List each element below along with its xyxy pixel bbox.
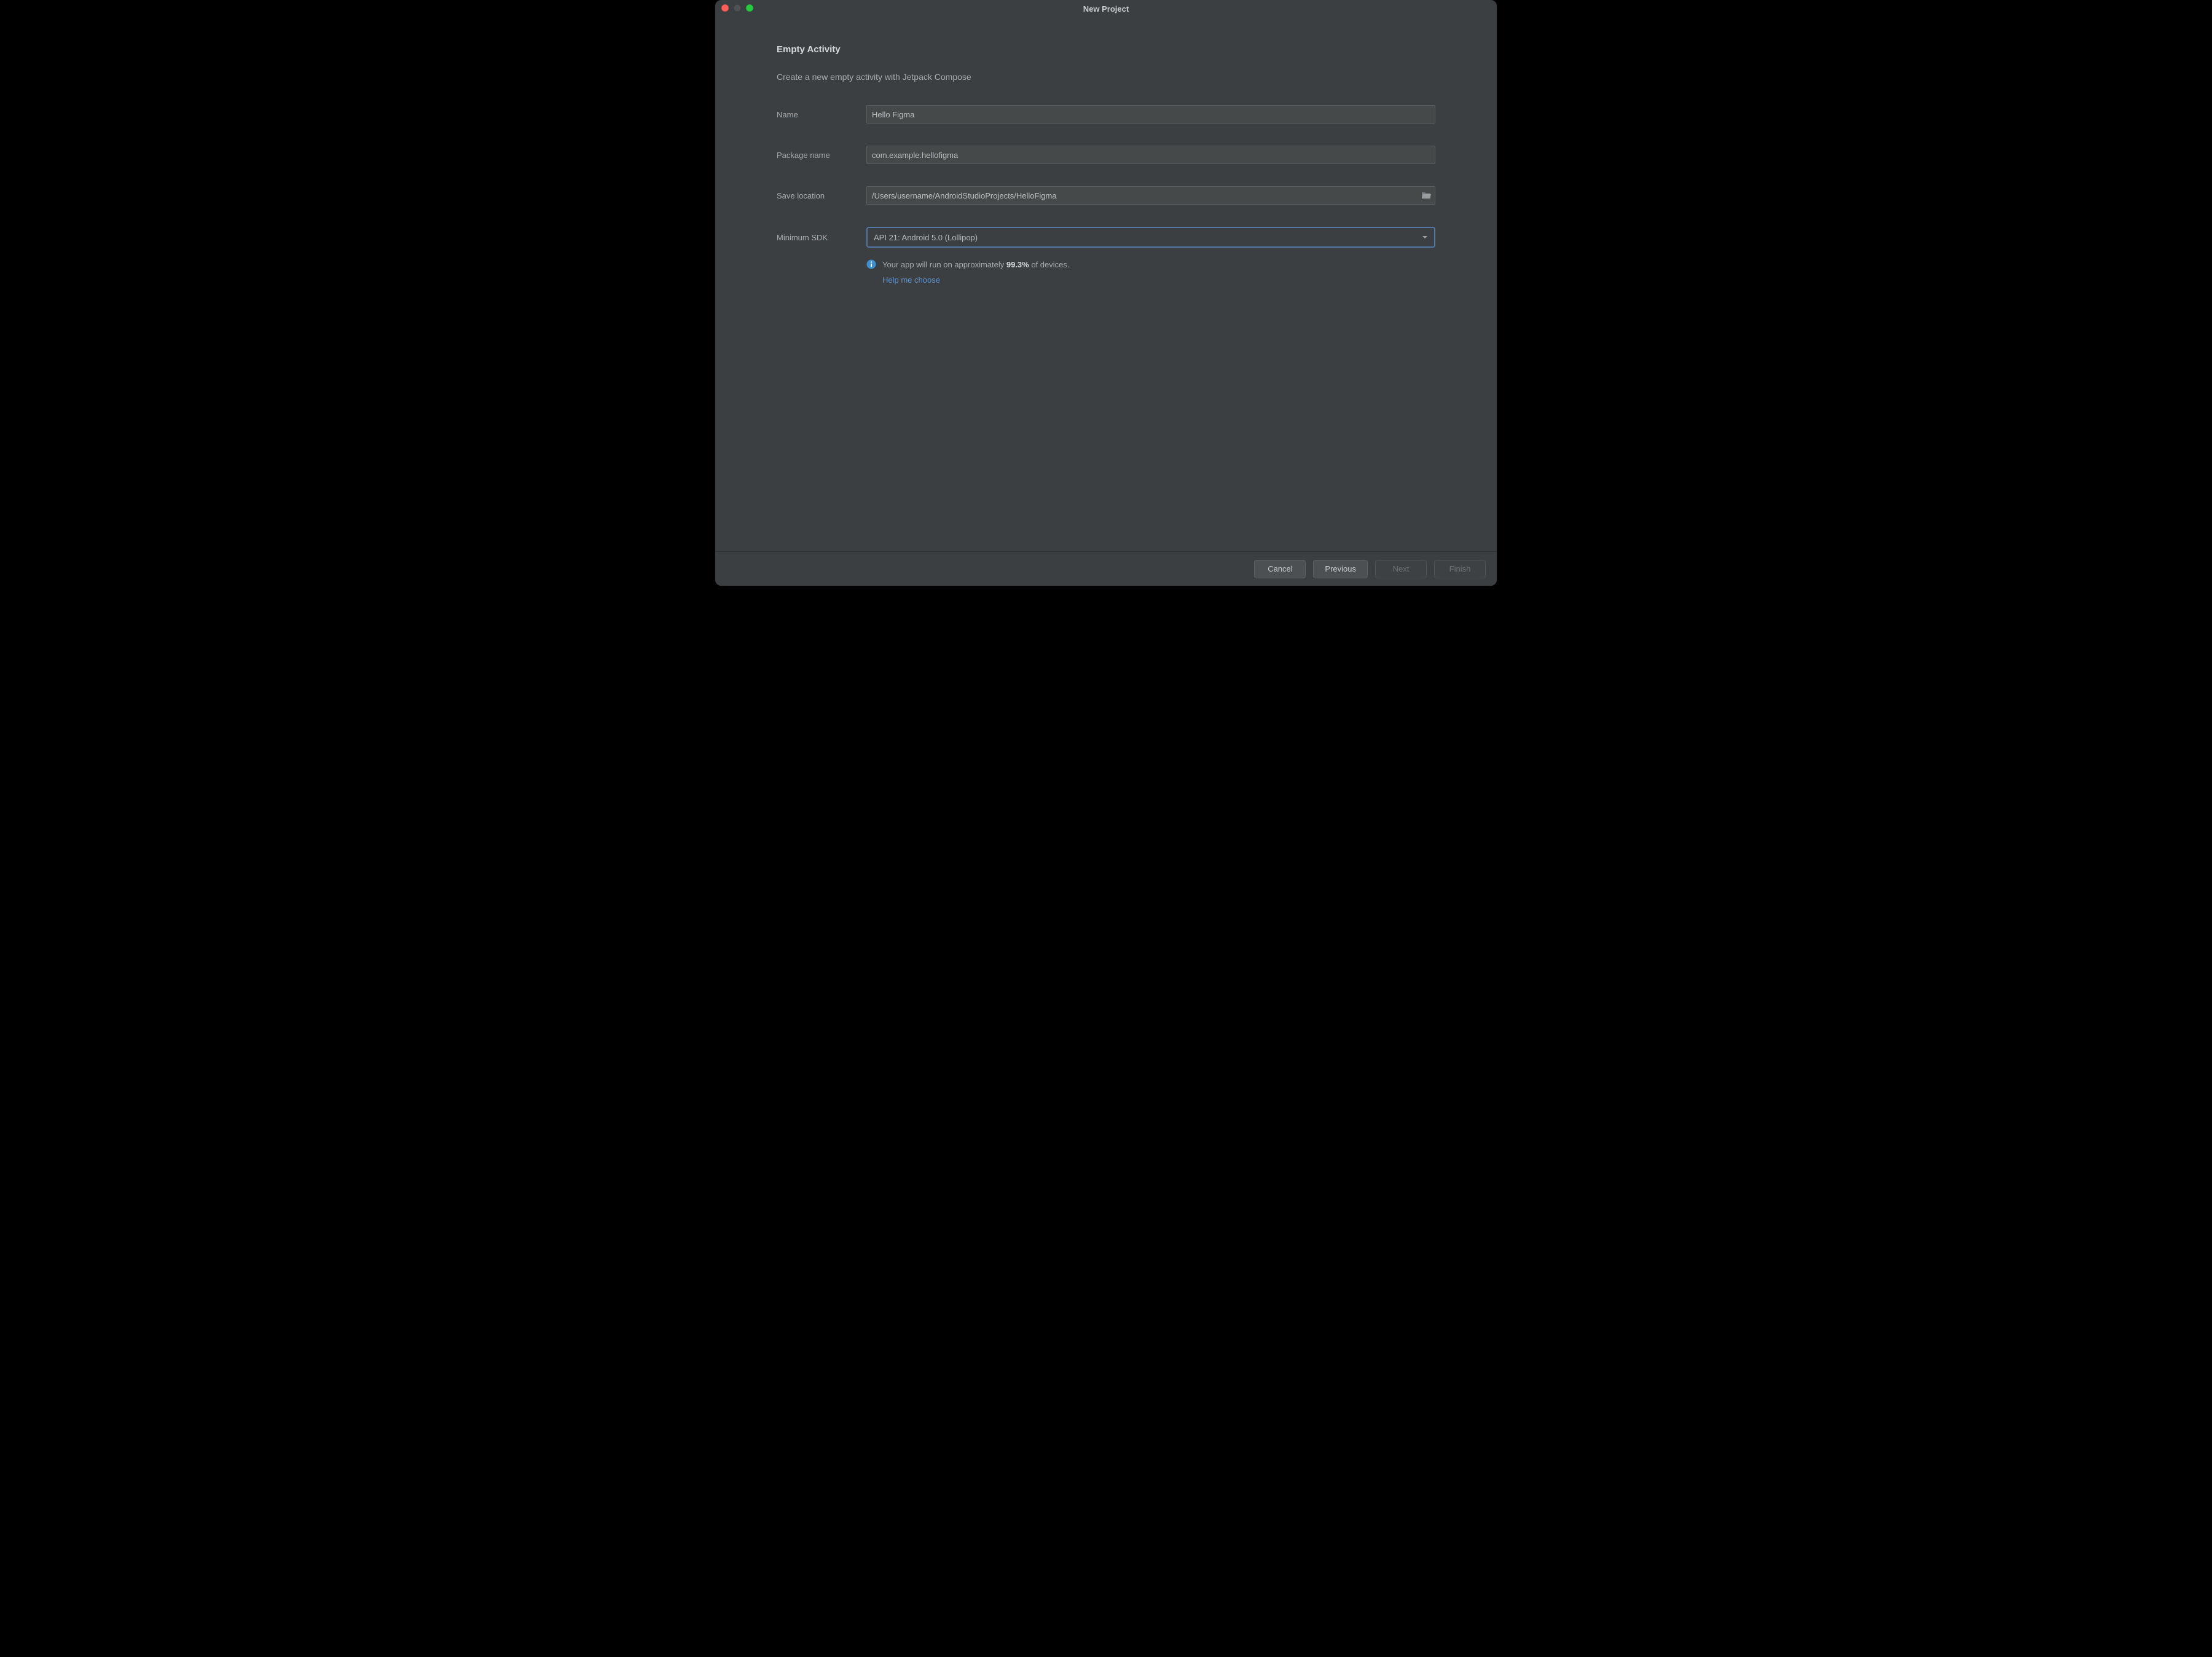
content-area: Empty Activity Create a new empty activi… (715, 17, 1497, 551)
zoom-window-icon[interactable] (746, 4, 753, 12)
window-title: New Project (1083, 4, 1129, 14)
minimize-window-icon (734, 4, 741, 12)
sdk-info-text: Your app will run on approximately 99.3%… (882, 259, 1070, 287)
page-subtitle: Create a new empty activity with Jetpack… (777, 72, 1435, 82)
footer-buttons: Cancel Previous Next Finish (715, 551, 1497, 586)
label-package: Package name (777, 151, 866, 160)
minimum-sdk-value: API 21: Android 5.0 (Lollipop) (874, 233, 978, 242)
row-minimum-sdk: Minimum SDK API 21: Android 5.0 (Lollipo… (777, 227, 1435, 248)
name-input[interactable] (866, 105, 1435, 124)
close-window-icon[interactable] (721, 4, 729, 12)
save-location-field[interactable] (866, 186, 1435, 205)
new-project-window: New Project Empty Activity Create a new … (715, 0, 1497, 586)
page-title: Empty Activity (777, 44, 1435, 55)
label-location: Save location (777, 191, 866, 200)
label-name: Name (777, 110, 866, 119)
previous-button[interactable]: Previous (1313, 560, 1368, 578)
next-button: Next (1375, 560, 1427, 578)
chevron-down-icon (1422, 234, 1428, 240)
traffic-lights (721, 4, 753, 12)
package-name-input[interactable] (866, 146, 1435, 164)
folder-open-icon[interactable] (1421, 191, 1431, 200)
row-package: Package name (777, 146, 1435, 164)
info-icon (866, 259, 876, 269)
info-prefix: Your app will run on approximately (882, 260, 1006, 269)
info-percent: 99.3% (1006, 260, 1029, 269)
finish-button: Finish (1434, 560, 1486, 578)
minimum-sdk-select[interactable]: API 21: Android 5.0 (Lollipop) (866, 227, 1435, 248)
titlebar: New Project (715, 0, 1497, 17)
label-minimum-sdk: Minimum SDK (777, 233, 866, 242)
save-location-input[interactable] (867, 187, 1421, 204)
help-me-choose-link[interactable]: Help me choose (882, 274, 1070, 287)
info-suffix: of devices. (1029, 260, 1070, 269)
sdk-info-row: Your app will run on approximately 99.3%… (777, 259, 1435, 287)
row-location: Save location (777, 186, 1435, 205)
cancel-button[interactable]: Cancel (1254, 560, 1306, 578)
row-name: Name (777, 105, 1435, 124)
